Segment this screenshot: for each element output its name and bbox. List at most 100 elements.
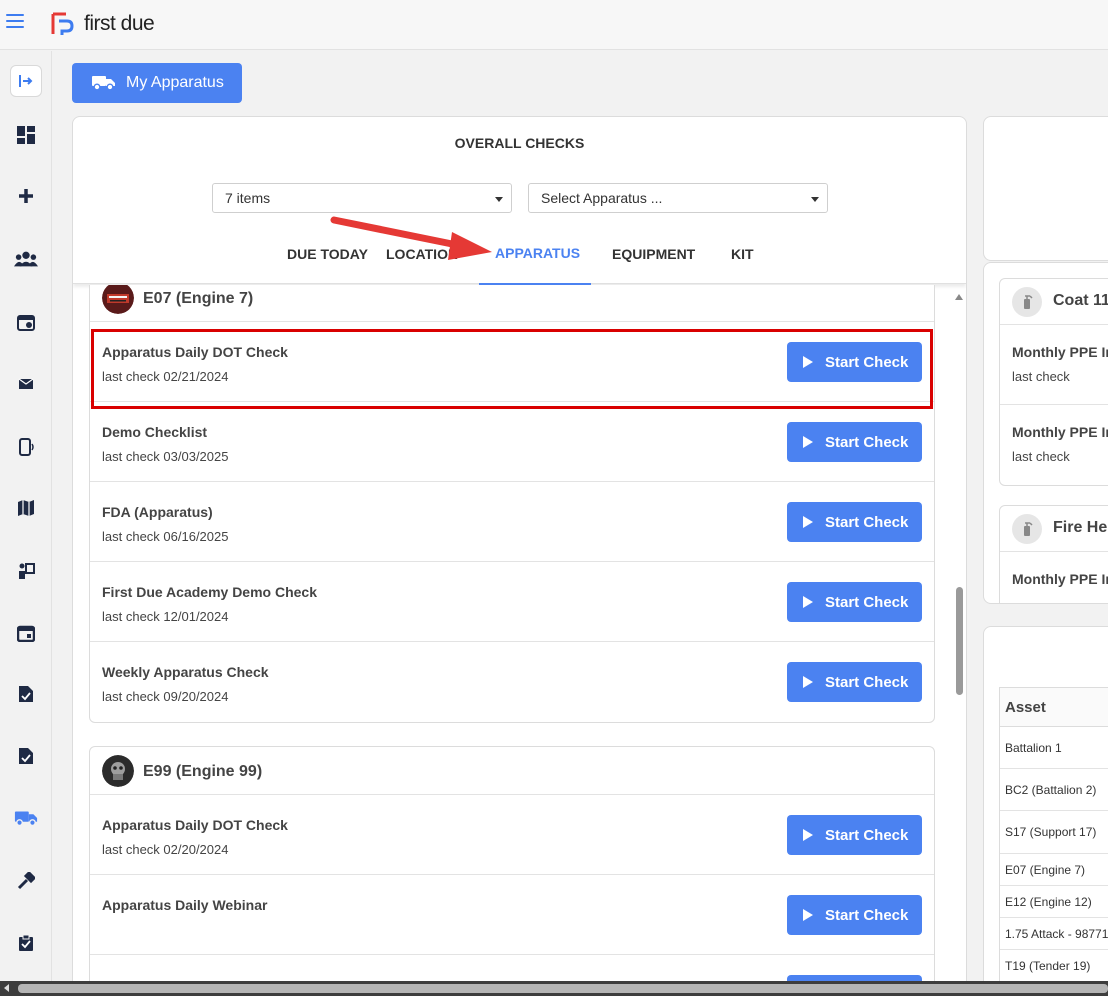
overall-checks-card: OVERALL CHECKS 7 items Select Apparatus … [72,116,967,996]
play-icon [803,829,813,841]
scroll-left-icon[interactable] [4,984,9,992]
asset-row[interactable]: BC2 (Battalion 2) [1000,769,1108,811]
annotation-arrow-icon [330,216,492,260]
fire-extinguisher-icon [1012,287,1042,317]
start-check-button[interactable]: Start Check [787,662,922,702]
people-icon[interactable] [14,247,38,271]
check-row: FDA (Apparatus) last check 06/16/2025 St… [90,482,934,562]
asset-row[interactable]: Battalion 1 [1000,727,1108,769]
dashboard-icon[interactable] [14,123,38,147]
ppe-check-title: Monthly PPE In [1012,424,1108,440]
asset-row[interactable]: E07 (Engine 7) [1000,854,1108,886]
start-check-button[interactable]: Start Check [787,895,922,935]
first-due-logo-icon [51,12,74,35]
ppe-check-row: Monthly PPE In last check [1000,405,1108,485]
asset-row[interactable]: T19 (Tender 19) [1000,950,1108,982]
group-header: E99 (Engine 99) [90,747,934,795]
chevron-down-icon [495,197,503,202]
scroll-up-icon[interactable] [955,294,963,300]
ppe-group-title: Coat 11 [1053,292,1108,309]
ppe-group-header: Coat 11 [1000,279,1108,325]
start-check-button[interactable]: Start Check [787,582,922,622]
check-title: FDA (Apparatus) [102,504,213,520]
start-check-label: Start Check [825,513,909,531]
group-header: E07 (Engine 7) [90,285,934,322]
logo[interactable]: first due [50,11,155,37]
checks-list[interactable]: E07 (Engine 7) Apparatus Daily DOT Check… [73,285,966,995]
start-check-label: Start Check [825,593,909,611]
start-check-label: Start Check [825,906,909,924]
truck-icon-active[interactable] [14,806,38,830]
last-check-date: last check 12/01/2024 [102,609,229,624]
plus-icon[interactable] [14,184,38,208]
mail-check-icon[interactable] [14,372,38,396]
clipboard-check-icon[interactable] [14,931,38,955]
asset-row[interactable]: S17 (Support 17) [1000,811,1108,854]
file-check-icon-2[interactable] [14,744,38,768]
check-title: Demo Checklist [102,424,208,440]
apparatus-select-placeholder: Select Apparatus ... [541,190,663,206]
start-check-label: Start Check [825,433,909,451]
check-row: Demo Checklist last check 03/03/2025 Sta… [90,402,934,482]
engine-99-avatar [102,755,134,787]
tab-bar: DUE TODAY LOCATION APPARATUS EQUIPMENT K… [73,222,966,286]
start-check-label: Start Check [825,826,909,844]
tools-icon[interactable] [14,869,38,893]
asset-table: Asset Battalion 1 BC2 (Battalion 2) S17 … [999,687,1108,982]
ppe-group-fire-helmet: Fire He Monthly PPE In [999,505,1108,603]
sidebar-expand-icon [19,75,33,87]
apparatus-group-e99: E99 (Engine 99) Apparatus Daily DOT Chec… [89,746,935,995]
last-check-date: last check 02/20/2024 [102,842,229,857]
check-row: Weekly Apparatus Check last check 09/20/… [90,642,934,722]
calendar-user-icon[interactable] [14,310,38,334]
map-icon[interactable] [14,496,38,520]
asset-row[interactable]: 1.75 Attack - 98771 [1000,918,1108,950]
asset-row[interactable]: E12 (Engine 12) [1000,886,1108,918]
vertical-scrollbar[interactable] [953,287,965,987]
calendar-icon[interactable] [14,621,38,645]
play-icon [803,436,813,448]
group-title: E99 (Engine 99) [143,763,263,780]
check-row: Apparatus Daily DOT Check last check 02/… [90,795,934,875]
mobile-signal-icon[interactable] [14,435,38,459]
horizontal-scroll-thumb[interactable] [18,984,1108,993]
my-apparatus-button[interactable]: My Apparatus [72,63,242,103]
sidebar-toggle-button[interactable] [10,65,42,97]
my-apparatus-label: My Apparatus [126,74,224,91]
apparatus-select[interactable]: Select Apparatus ... [528,183,828,213]
ppe-group-coat: Coat 11 Monthly PPE In last check Monthl… [999,278,1108,486]
tab-kit[interactable]: KIT [731,246,754,262]
last-check-date: last check 09/20/2024 [102,689,229,704]
right-top-card [983,116,1108,261]
menu-icon[interactable] [6,14,24,30]
start-check-button[interactable]: Start Check [787,502,922,542]
training-icon[interactable] [14,559,38,583]
logo-text: first due [84,12,155,35]
horizontal-scrollbar[interactable] [0,981,1108,996]
card-title: OVERALL CHECKS [454,135,585,151]
asset-column-header[interactable]: Asset [1000,687,1108,727]
scroll-thumb[interactable] [956,587,963,695]
ppe-checks-card: Coat 11 Monthly PPE In last check Monthl… [983,262,1108,604]
start-check-button[interactable]: Start Check [787,815,922,855]
ppe-group-title: Fire He [1053,519,1108,536]
check-row: Apparatus Daily Webinar Start Check [90,875,934,955]
check-title: Apparatus Daily DOT Check [102,817,288,833]
group-title: E07 (Engine 7) [143,290,254,307]
play-icon [803,596,813,608]
check-title: First Due Academy Demo Check [102,584,317,600]
ppe-check-title: Monthly PPE In [1012,571,1108,587]
ppe-check-row: Monthly PPE In last check [1000,325,1108,405]
start-check-button[interactable]: Start Check [787,422,922,462]
highlight-box [91,329,933,409]
ppe-group-header: Fire He [1000,506,1108,552]
check-title: Apparatus Daily Webinar [102,897,268,913]
top-bar: first due [0,0,1108,50]
tab-apparatus[interactable]: APPARATUS [495,245,580,261]
ppe-check-title: Monthly PPE In [1012,344,1108,360]
fire-extinguisher-icon [1012,514,1042,544]
asset-card: Asset Battalion 1 BC2 (Battalion 2) S17 … [983,626,1108,996]
tab-equipment[interactable]: EQUIPMENT [612,246,695,262]
last-check-date: last check 03/03/2025 [102,449,229,464]
file-check-icon[interactable] [14,682,38,706]
